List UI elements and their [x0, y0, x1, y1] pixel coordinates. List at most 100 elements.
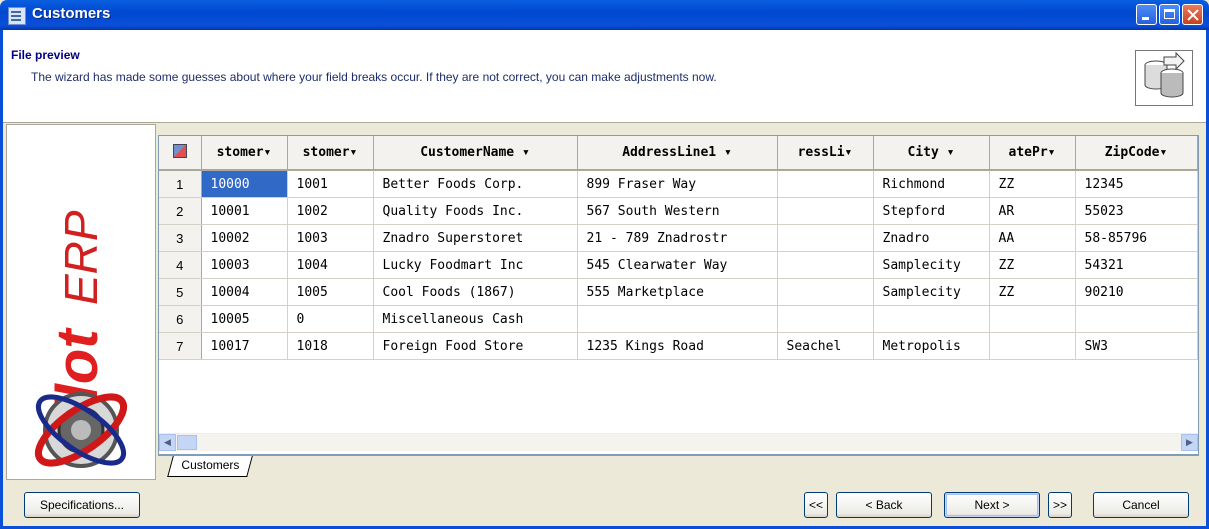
table-cell[interactable]: Stepford: [873, 197, 990, 225]
table-cell[interactable]: 10004: [201, 278, 288, 306]
column-header-city[interactable]: City ▾: [873, 136, 990, 171]
table-cell[interactable]: Foreign Food Store: [373, 332, 578, 360]
table-cell[interactable]: Quality Foods Inc.: [373, 197, 578, 225]
table-cell[interactable]: Znadro: [873, 224, 990, 252]
table-cell[interactable]: Samplecity: [873, 278, 990, 306]
table-cell[interactable]: 567 South Western: [577, 197, 778, 225]
table-cell[interactable]: SW3: [1075, 332, 1198, 360]
table-cell[interactable]: Miscellaneous Cash: [373, 305, 578, 333]
table-cell[interactable]: 1002: [287, 197, 374, 225]
table-cell[interactable]: Lucky Foodmart Inc: [373, 251, 578, 279]
table-row[interactable]: 3 10002 1003 Znadro Superstoret 21 - 789…: [159, 224, 1198, 252]
cancel-button[interactable]: Cancel: [1093, 492, 1189, 518]
column-header-2[interactable]: stomer▾: [287, 136, 374, 171]
row-number[interactable]: 1: [159, 170, 202, 198]
column-header-state[interactable]: atePr▾: [989, 136, 1076, 171]
title-bar[interactable]: Customers: [0, 0, 1209, 30]
table-cell[interactable]: [577, 305, 778, 333]
table-cell[interactable]: Richmond: [873, 170, 990, 198]
table-cell[interactable]: 1003: [287, 224, 374, 252]
table-cell[interactable]: [777, 170, 874, 198]
table-cell[interactable]: ZZ: [989, 251, 1076, 279]
table-cell[interactable]: 10003: [201, 251, 288, 279]
minimize-button[interactable]: [1136, 4, 1157, 25]
table-cell[interactable]: Cool Foods (1867): [373, 278, 578, 306]
table-cell[interactable]: 55023: [1075, 197, 1198, 225]
app-icon[interactable]: [8, 7, 26, 25]
table-cell[interactable]: 10002: [201, 224, 288, 252]
specifications-button[interactable]: Specifications...: [24, 492, 140, 518]
table-cell[interactable]: 90210: [1075, 278, 1198, 306]
table-cell[interactable]: 10000: [201, 170, 288, 198]
table-cell[interactable]: [777, 305, 874, 333]
back-button[interactable]: < Back: [836, 492, 932, 518]
scroll-right-icon[interactable]: ▶: [1181, 434, 1198, 451]
table-row[interactable]: 4 10003 1004 Lucky Foodmart Inc 545 Clea…: [159, 251, 1198, 279]
scroll-thumb[interactable]: [177, 435, 197, 450]
table-cell[interactable]: 0: [287, 305, 374, 333]
page-description: The wizard has made some guesses about w…: [31, 70, 717, 84]
row-number[interactable]: 4: [159, 251, 202, 279]
file-preview-grid[interactable]: stomer▾ stomer▾ CustomerName ▾ AddressLi…: [158, 135, 1199, 455]
column-header-1[interactable]: stomer▾: [201, 136, 288, 171]
scroll-left-icon[interactable]: ◀: [159, 434, 176, 451]
table-cell[interactable]: 21 - 789 Znadrostr: [577, 224, 778, 252]
table-cell[interactable]: [777, 251, 874, 279]
sheet-tab-customers[interactable]: Customers: [167, 456, 253, 477]
table-cell[interactable]: 1235 Kings Road: [577, 332, 778, 360]
table-cell[interactable]: ZZ: [989, 278, 1076, 306]
table-cell[interactable]: Znadro Superstoret: [373, 224, 578, 252]
table-cell[interactable]: AA: [989, 224, 1076, 252]
table-cell[interactable]: 10017: [201, 332, 288, 360]
table-cell[interactable]: 555 Marketplace: [577, 278, 778, 306]
pilot-erp-logo: Pilot ERP: [6, 124, 156, 480]
select-all-icon: [172, 143, 187, 158]
table-cell[interactable]: [989, 332, 1076, 360]
database-import-icon: [1135, 50, 1193, 106]
row-number[interactable]: 3: [159, 224, 202, 252]
column-header-address-line1[interactable]: AddressLine1 ▾: [577, 136, 778, 171]
table-cell[interactable]: [777, 278, 874, 306]
table-row[interactable]: 2 10001 1002 Quality Foods Inc. 567 Sout…: [159, 197, 1198, 225]
table-cell[interactable]: Seachel: [777, 332, 874, 360]
table-cell[interactable]: 1001: [287, 170, 374, 198]
table-cell[interactable]: 54321: [1075, 251, 1198, 279]
table-row[interactable]: 1 10000 1001 Better Foods Corp. 899 Fras…: [159, 170, 1198, 198]
maximize-button[interactable]: [1159, 4, 1180, 25]
table-cell[interactable]: AR: [989, 197, 1076, 225]
table-cell[interactable]: ZZ: [989, 170, 1076, 198]
table-cell[interactable]: 58-85796: [1075, 224, 1198, 252]
first-page-button[interactable]: <<: [804, 492, 828, 518]
row-number[interactable]: 7: [159, 332, 202, 360]
table-cell[interactable]: [777, 224, 874, 252]
last-page-button[interactable]: >>: [1048, 492, 1072, 518]
table-row[interactable]: 6 10005 0 Miscellaneous Cash: [159, 305, 1198, 333]
table-cell[interactable]: 1004: [287, 251, 374, 279]
table-cell[interactable]: [873, 305, 990, 333]
next-button[interactable]: Next >: [944, 492, 1040, 518]
table-cell[interactable]: Better Foods Corp.: [373, 170, 578, 198]
row-number[interactable]: 6: [159, 305, 202, 333]
row-number[interactable]: 5: [159, 278, 202, 306]
column-header-customer-name[interactable]: CustomerName ▾: [373, 136, 578, 171]
close-button[interactable]: [1182, 4, 1203, 25]
table-cell[interactable]: 10005: [201, 305, 288, 333]
row-number[interactable]: 2: [159, 197, 202, 225]
table-cell[interactable]: 10001: [201, 197, 288, 225]
table-cell[interactable]: Samplecity: [873, 251, 990, 279]
horizontal-scrollbar[interactable]: ◀ ▶: [159, 433, 1198, 451]
table-cell[interactable]: 1018: [287, 332, 374, 360]
table-cell[interactable]: 1005: [287, 278, 374, 306]
table-cell[interactable]: [1075, 305, 1198, 333]
table-cell[interactable]: [777, 197, 874, 225]
table-cell[interactable]: 12345: [1075, 170, 1198, 198]
table-cell[interactable]: [989, 305, 1076, 333]
column-header-zip-code[interactable]: ZipCode▾: [1075, 136, 1198, 171]
table-row[interactable]: 7 10017 1018 Foreign Food Store 1235 Kin…: [159, 332, 1198, 360]
table-cell[interactable]: 545 Clearwater Way: [577, 251, 778, 279]
column-header-address-line2[interactable]: ressLi▾: [777, 136, 874, 171]
select-all-cell[interactable]: [159, 136, 202, 171]
table-row[interactable]: 5 10004 1005 Cool Foods (1867) 555 Marke…: [159, 278, 1198, 306]
table-cell[interactable]: 899 Fraser Way: [577, 170, 778, 198]
table-cell[interactable]: Metropolis: [873, 332, 990, 360]
